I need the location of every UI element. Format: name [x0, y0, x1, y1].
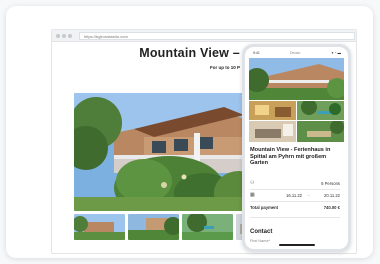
- status-bar: 9:41 Deodo ▾ ◔ ▬: [245, 47, 348, 57]
- status-icons: ▾ ◔ ▬: [331, 51, 341, 55]
- contact-heading: Contact: [250, 229, 273, 235]
- people-icon: ⚇: [250, 180, 255, 186]
- photo-gallery: [249, 58, 344, 142]
- gallery-photo-3[interactable]: [297, 101, 344, 120]
- listing-title: Mountain View - Ferienhaus in Spittal am…: [250, 147, 331, 167]
- hero-image[interactable]: [74, 93, 254, 211]
- browser-toolbar: https://bglrunstaedu.com: [52, 30, 356, 42]
- thumbnail-3[interactable]: [182, 214, 233, 240]
- window-close-dot[interactable]: [56, 34, 60, 38]
- divider: [250, 217, 340, 218]
- page-subtitle: For up to 10 P: [210, 65, 241, 70]
- date-to: 20.11.22: [324, 193, 340, 198]
- gallery-photo-4[interactable]: [249, 121, 296, 142]
- thumbnail-strip: [74, 214, 264, 242]
- total-value: 740.00 €: [323, 205, 340, 210]
- thumbnail-2[interactable]: [128, 214, 179, 240]
- window-minimize-dot[interactable]: [62, 34, 66, 38]
- total-label: Total payment: [250, 205, 279, 210]
- date-arrow-icon: →: [306, 192, 311, 197]
- status-time: 9:41: [253, 51, 260, 55]
- guests-row[interactable]: ⚇ 6 Persons: [250, 180, 340, 188]
- first-name-field[interactable]: First Name*: [250, 239, 270, 243]
- dates-row[interactable]: ▦ 16.11.22 → 20.11.22: [250, 192, 340, 200]
- window-maximize-dot[interactable]: [68, 34, 72, 38]
- thumbnail-1[interactable]: [74, 214, 125, 240]
- phone-frame: 9:41 Deodo ▾ ◔ ▬ Mountain View - Ferienh…: [242, 44, 351, 252]
- calendar-icon: ▦: [250, 192, 255, 198]
- address-bar[interactable]: https://bglrunstaedu.com: [79, 32, 355, 40]
- total-row: Total payment 740.00 €: [250, 205, 340, 213]
- home-indicator[interactable]: [279, 244, 315, 246]
- guests-value: 6 Persons: [321, 181, 340, 186]
- status-carrier: Deodo: [290, 51, 301, 55]
- divider: [250, 201, 340, 202]
- gallery-main-photo[interactable]: [249, 58, 344, 100]
- divider: [250, 189, 340, 190]
- phone-screen: 9:41 Deodo ▾ ◔ ▬ Mountain View - Ferienh…: [245, 47, 348, 249]
- gallery-photo-5[interactable]: [297, 121, 344, 142]
- gallery-photo-2[interactable]: [249, 101, 296, 120]
- date-from: 16.11.22: [286, 193, 302, 198]
- preview-card: https://bglrunstaedu.com Mountain View –…: [6, 6, 373, 258]
